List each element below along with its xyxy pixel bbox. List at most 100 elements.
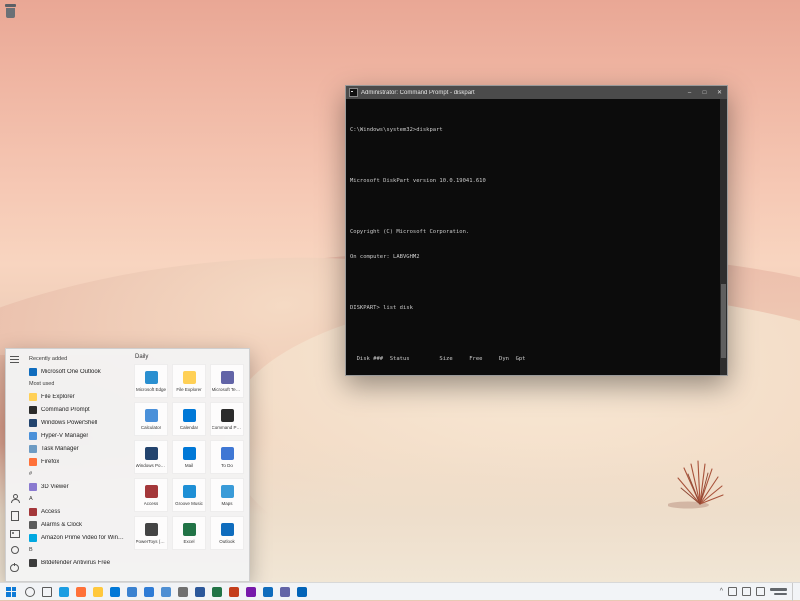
app-label: Firefox xyxy=(41,458,60,465)
tile-icon xyxy=(220,408,234,422)
search-icon[interactable] xyxy=(25,586,35,597)
cmd-icon xyxy=(349,88,358,97)
power-icon[interactable] xyxy=(10,562,19,572)
word-icon[interactable] xyxy=(195,586,205,597)
3D Viewer[interactable]: 3D Viewer xyxy=(25,480,128,493)
file-explorer-icon[interactable] xyxy=(93,586,103,597)
tile-outlook[interactable]: Outlook xyxy=(210,516,244,550)
Firefox[interactable]: Firefox xyxy=(25,455,128,468)
edge-icon[interactable] xyxy=(59,586,69,597)
app-icon xyxy=(29,457,37,466)
terminal-scrollbar[interactable] xyxy=(720,99,727,375)
close-button[interactable]: ✕ xyxy=(712,86,727,99)
tile-file-explorer[interactable]: File Explorer xyxy=(172,364,206,398)
tile-icon xyxy=(144,370,158,384)
mail-icon[interactable] xyxy=(127,586,137,597)
menu-icon[interactable] xyxy=(10,356,19,358)
show-desktop-button[interactable] xyxy=(792,582,797,601)
pictures-icon[interactable] xyxy=(9,529,20,538)
tile-excel[interactable]: Excel xyxy=(172,516,206,550)
photos-icon[interactable] xyxy=(144,586,154,597)
app-icon xyxy=(29,520,37,529)
outlook-icon[interactable] xyxy=(263,586,273,597)
tile-icon xyxy=(182,522,196,536)
recycle-bin-icon[interactable] xyxy=(5,4,16,18)
store-icon[interactable] xyxy=(110,586,120,597)
action-center-icon[interactable] xyxy=(756,587,765,596)
settings-icon[interactable] xyxy=(10,546,19,554)
Access[interactable]: Access xyxy=(25,505,128,518)
app-label: A xyxy=(29,496,33,502)
tile-command-prompt[interactable]: Command Prompt xyxy=(210,402,244,436)
user-icon[interactable] xyxy=(10,493,20,503)
Bitdefender Antivirus Free[interactable]: Bitdefender Antivirus Free xyxy=(25,556,128,569)
app-label: Hyper-V Manager xyxy=(41,432,89,439)
tile-icon xyxy=(182,484,196,498)
app-icon xyxy=(29,431,37,440)
calculator-icon[interactable] xyxy=(161,586,171,597)
maximize-button[interactable]: □ xyxy=(697,86,712,99)
tile-calculator[interactable]: Calculator xyxy=(134,402,168,436)
tile-label: File Explorer xyxy=(176,386,202,392)
Amazon Prime Video for Windows[interactable]: Amazon Prime Video for Windows xyxy=(25,531,128,544)
tile-icon xyxy=(220,522,234,536)
tile-icon xyxy=(144,522,158,536)
tile-label: Command Prompt xyxy=(211,424,243,430)
app-label: Command Prompt xyxy=(41,406,90,413)
volume-icon[interactable] xyxy=(742,587,751,596)
scrollbar-thumb[interactable] xyxy=(721,283,726,359)
tile-icon xyxy=(144,446,158,460)
windows-logo-icon xyxy=(6,586,16,597)
terminal-output[interactable]: C:\Windows\system32>diskpart Microsoft D… xyxy=(346,99,720,375)
onedrive-icon[interactable] xyxy=(297,586,307,597)
window-titlebar[interactable]: Administrator: Command Prompt - diskpart… xyxy=(346,86,727,99)
network-icon[interactable] xyxy=(728,587,737,596)
Recently added: Recently added xyxy=(25,353,128,365)
recycle-bin-lid xyxy=(5,4,16,7)
taskbar: ^ xyxy=(0,582,800,601)
start-button[interactable] xyxy=(0,583,22,601)
Windows PowerShell[interactable]: Windows PowerShell xyxy=(25,416,128,429)
tile-access[interactable]: Access xyxy=(134,478,168,512)
Alarms & Clock[interactable]: Alarms & Clock xyxy=(25,518,128,531)
documents-icon[interactable] xyxy=(11,510,19,521)
Microsoft One Outlook[interactable]: Microsoft One Outlook xyxy=(25,365,128,378)
tile-label: Outlook xyxy=(219,538,235,544)
tray-chevron-icon[interactable]: ^ xyxy=(720,588,723,596)
tile-label: Maps xyxy=(221,500,233,506)
app-label: Microsoft One Outlook xyxy=(41,368,101,375)
app-label: Amazon Prime Video for Windows xyxy=(41,534,127,541)
settings-icon[interactable] xyxy=(178,586,188,597)
tile-groove-music[interactable]: Groove Music xyxy=(172,478,206,512)
task-view-icon[interactable] xyxy=(42,586,52,597)
Command Prompt[interactable]: Command Prompt xyxy=(25,403,128,416)
tile-microsoft-edge[interactable]: Microsoft Edge xyxy=(134,364,168,398)
excel-icon[interactable] xyxy=(212,586,222,597)
app-icon xyxy=(29,482,37,491)
recycle-bin-body xyxy=(6,8,15,18)
tile-maps[interactable]: Maps xyxy=(210,478,244,512)
app-label: B xyxy=(29,547,33,553)
tile-mail[interactable]: Mail xyxy=(172,440,206,474)
tile-label: To Do xyxy=(221,462,233,468)
tile-to-do[interactable]: To Do xyxy=(210,440,244,474)
File Explorer[interactable]: File Explorer xyxy=(25,390,128,403)
onenote-icon[interactable] xyxy=(246,586,256,597)
tile-powertoys[interactable]: PowerToys (Preview) xyxy=(134,516,168,550)
powerpoint-icon[interactable] xyxy=(229,586,239,597)
app-icon xyxy=(29,392,37,401)
tile-calendar[interactable]: Calendar xyxy=(172,402,206,436)
tile-icon xyxy=(144,484,158,498)
terminal-line: Microsoft DiskPart version 10.0.19041.61… xyxy=(350,178,486,185)
firefox-icon[interactable] xyxy=(76,586,86,597)
Hyper-V Manager[interactable]: Hyper-V Manager xyxy=(25,429,128,442)
teams-icon[interactable] xyxy=(280,586,290,597)
start-app-list: Recently added Microsoft One Outlook Mos… xyxy=(23,349,128,581)
start-menu: Recently added Microsoft One Outlook Mos… xyxy=(5,348,250,582)
minimize-button[interactable]: – xyxy=(682,86,697,99)
clock[interactable] xyxy=(770,588,787,595)
app-label: # xyxy=(29,471,33,477)
Task Manager[interactable]: Task Manager xyxy=(25,442,128,455)
tile-windows-powershell[interactable]: Windows PowerShell xyxy=(134,440,168,474)
tile-microsoft-teams[interactable]: Microsoft Teams xyxy=(210,364,244,398)
